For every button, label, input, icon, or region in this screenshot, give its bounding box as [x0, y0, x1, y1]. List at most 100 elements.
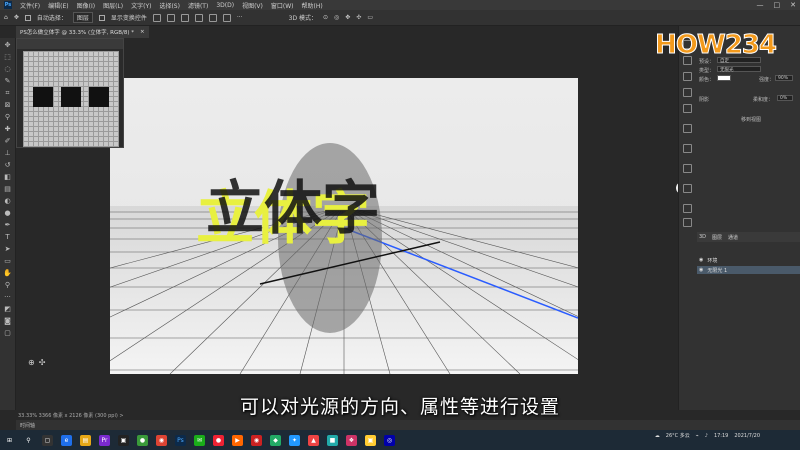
- search-icon[interactable]: ⚲: [23, 435, 34, 446]
- menu-item-window[interactable]: 窗口(W): [271, 1, 294, 10]
- menu-item-select[interactable]: 选择(S): [159, 1, 180, 10]
- menu-item-image[interactable]: 图像(I): [77, 1, 95, 10]
- app-icon[interactable]: ❖: [346, 434, 357, 446]
- frame-tool-icon[interactable]: ⊠: [3, 100, 13, 110]
- move-tool-icon[interactable]: ✥: [3, 40, 13, 50]
- menu-item-type[interactable]: 文字(Y): [131, 1, 151, 10]
- app-icon[interactable]: ●: [137, 434, 148, 446]
- menu-item-file[interactable]: 文件(F): [20, 1, 40, 10]
- premiere-icon[interactable]: Pr: [99, 434, 110, 446]
- maximize-button[interactable]: □: [774, 1, 781, 9]
- panel-icon[interactable]: [683, 204, 692, 213]
- start-icon[interactable]: ⊞: [4, 435, 15, 446]
- orbit-3d-icon[interactable]: ⊙: [323, 14, 328, 21]
- app-icon[interactable]: ✦: [289, 434, 300, 446]
- tab-channels[interactable]: 通道: [728, 234, 738, 241]
- lasso-tool-icon[interactable]: ◌: [3, 64, 13, 74]
- document-canvas[interactable]: 立体字 立体字: [110, 78, 578, 374]
- panel-icon[interactable]: [683, 218, 692, 227]
- auto-select-checkbox[interactable]: [24, 14, 31, 21]
- eraser-tool-icon[interactable]: ◧: [3, 172, 13, 182]
- pen-tool-icon[interactable]: ✒: [3, 220, 13, 230]
- network-icon[interactable]: ⌁: [696, 433, 699, 439]
- home-icon[interactable]: ⌂: [4, 14, 8, 21]
- shape-tool-icon[interactable]: ▭: [3, 256, 13, 266]
- history-brush-icon[interactable]: ↺: [3, 160, 13, 170]
- timeline-label[interactable]: 时间轴: [20, 422, 35, 429]
- more-options-icon[interactable]: ···: [237, 14, 243, 21]
- task-view-icon[interactable]: ▢: [42, 434, 53, 446]
- app-icon[interactable]: ▲: [308, 434, 319, 446]
- distribute-icon[interactable]: [222, 13, 231, 22]
- panel-icon[interactable]: [683, 164, 692, 173]
- panel-icon[interactable]: [683, 184, 692, 193]
- app-icon[interactable]: ▣: [365, 434, 376, 446]
- browser-icon[interactable]: e: [61, 434, 72, 446]
- slide-3d-icon[interactable]: ✣: [356, 14, 361, 21]
- panel-icon[interactable]: [683, 88, 692, 97]
- quick-mask-icon[interactable]: ◙: [3, 316, 13, 326]
- globe-icon[interactable]: ⊕: [28, 358, 35, 367]
- menu-item-help[interactable]: 帮助(H): [302, 1, 323, 10]
- path-select-tool-icon[interactable]: ➤: [3, 244, 13, 254]
- app-icon[interactable]: ◎: [384, 434, 395, 446]
- move-tool-icon[interactable]: ✥: [14, 14, 19, 21]
- menu-item-filter[interactable]: 滤镜(T): [188, 1, 208, 10]
- healing-tool-icon[interactable]: ✚: [3, 124, 13, 134]
- type-tool-icon[interactable]: T: [3, 232, 13, 242]
- auto-select-dropdown[interactable]: 图层: [72, 12, 93, 23]
- app-icon[interactable]: ■: [327, 434, 338, 446]
- intensity-field[interactable]: 90%: [775, 75, 793, 81]
- app-icon[interactable]: ◆: [270, 434, 281, 446]
- blur-tool-icon[interactable]: ◐: [3, 196, 13, 206]
- zoom-tool-icon[interactable]: ⚲: [3, 280, 13, 290]
- weather-icon[interactable]: ☁: [655, 433, 660, 439]
- eye-icon[interactable]: ◉: [699, 257, 703, 263]
- pan-3d-icon[interactable]: ✥: [345, 14, 350, 21]
- panel-icon[interactable]: [683, 72, 692, 81]
- document-tab[interactable]: PS怎么做立体字 @ 33.3% (立体字, RGB/8) * ×: [16, 26, 149, 38]
- scale-3d-icon[interactable]: ▭: [367, 14, 373, 21]
- close-window-button[interactable]: ✕: [790, 1, 796, 9]
- menu-item-view[interactable]: 视图(V): [242, 1, 263, 10]
- brush-tool-icon[interactable]: ✐: [3, 136, 13, 146]
- quick-select-tool-icon[interactable]: ✎: [3, 76, 13, 86]
- menu-item-layer[interactable]: 图层(L): [103, 1, 123, 10]
- app-icon[interactable]: ▶: [232, 434, 243, 446]
- light-type-dropdown[interactable]: 无限光: [717, 66, 761, 73]
- list-item[interactable]: ◉ 环境: [697, 256, 800, 264]
- panel-icon[interactable]: [683, 144, 692, 153]
- hand-tool-icon[interactable]: ✋: [3, 268, 13, 278]
- align-center-icon[interactable]: [166, 13, 175, 22]
- more-tools-icon[interactable]: ···: [3, 292, 13, 302]
- menu-item-edit[interactable]: 编辑(E): [48, 1, 68, 10]
- weather-text[interactable]: 26°C 多云: [666, 432, 690, 439]
- wechat-icon[interactable]: ✉: [194, 434, 205, 446]
- light-color-swatch[interactable]: [717, 75, 731, 81]
- softness-field[interactable]: 0%: [777, 95, 793, 101]
- volume-icon[interactable]: ♪: [705, 433, 708, 439]
- recorder-icon[interactable]: ◉: [251, 434, 262, 446]
- marquee-tool-icon[interactable]: ⬚: [3, 52, 13, 62]
- tab-layers[interactable]: 图层: [712, 234, 722, 241]
- 3d-axis-gizmo[interactable]: ⊕ ✣: [28, 358, 45, 367]
- align-top-icon[interactable]: [194, 13, 203, 22]
- eyedropper-tool-icon[interactable]: ⚲: [3, 112, 13, 122]
- show-transform-checkbox[interactable]: [98, 14, 105, 21]
- light-bulb-icon[interactable]: ✣: [39, 358, 46, 367]
- clock-time[interactable]: 17:19: [714, 433, 728, 439]
- document-tab-close[interactable]: ×: [140, 29, 145, 35]
- navigator-preview[interactable]: [23, 51, 119, 147]
- align-middle-icon[interactable]: [208, 13, 217, 22]
- stamp-tool-icon[interactable]: ⊥: [3, 148, 13, 158]
- app-icon[interactable]: ▣: [118, 434, 129, 446]
- move-to-view-button[interactable]: 移到视图: [741, 116, 761, 123]
- panel-icon[interactable]: [683, 104, 692, 113]
- roll-3d-icon[interactable]: ◎: [334, 14, 339, 21]
- minimize-button[interactable]: —: [757, 1, 764, 9]
- gradient-tool-icon[interactable]: ▤: [3, 184, 13, 194]
- app-icon[interactable]: ●: [213, 434, 224, 446]
- chrome-icon[interactable]: ◉: [156, 434, 167, 446]
- list-item[interactable]: ◉ 无限光 1: [697, 266, 800, 274]
- eye-icon[interactable]: ◉: [699, 267, 703, 273]
